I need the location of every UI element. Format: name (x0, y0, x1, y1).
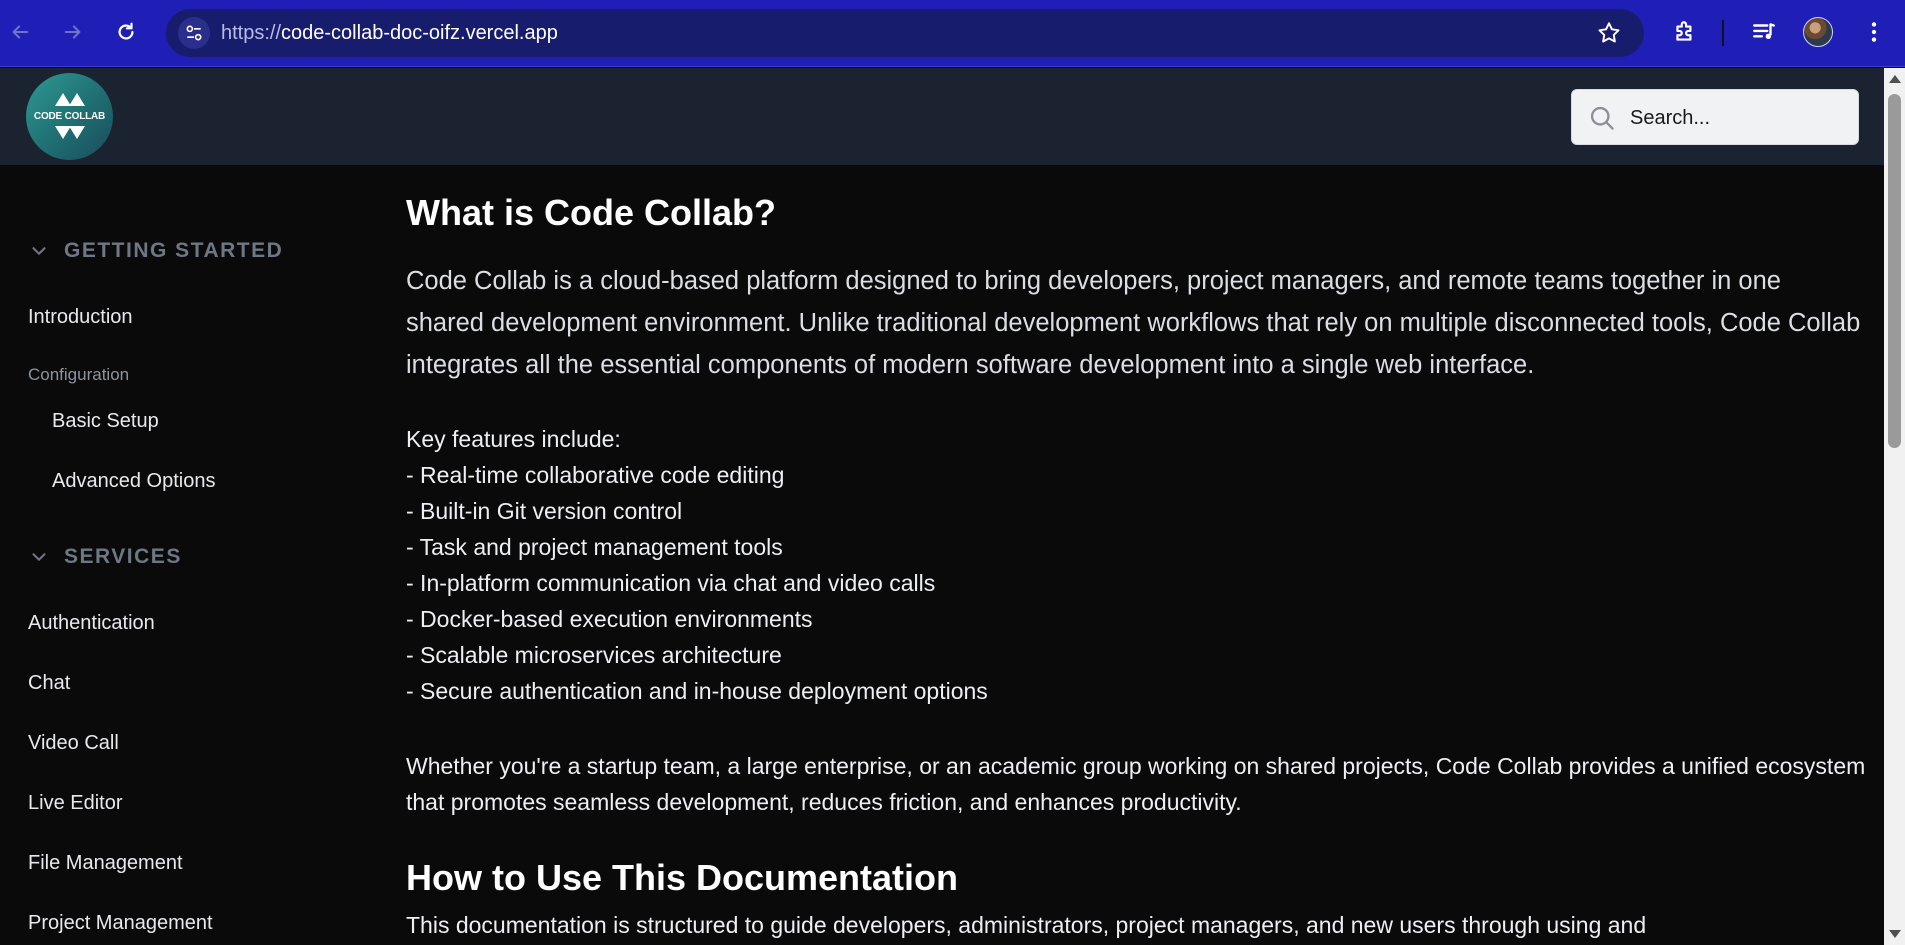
search-input[interactable] (1630, 100, 1845, 136)
code-collab-logo[interactable]: CODE COLLAB (26, 73, 113, 160)
scroll-down-arrow-icon[interactable] (1889, 930, 1901, 938)
bookmark-star-icon[interactable] (1596, 20, 1622, 46)
sidebar-item-chat[interactable]: Chat (28, 672, 70, 695)
sidebar-group-configuration: Configuration (28, 365, 130, 384)
sidebar-item-video-call[interactable]: Video Call (28, 732, 119, 755)
section-title: SERVICES (64, 545, 182, 568)
page-scrollbar[interactable] (1884, 68, 1905, 945)
sidebar-item-advanced-options[interactable]: Advanced Options (52, 470, 215, 493)
site-header: CODE COLLAB (0, 68, 1884, 165)
sidebar-item-file-management[interactable]: File Management (28, 852, 183, 875)
reload-icon (118, 22, 134, 40)
feature-item: - Secure authentication and in-house dep… (406, 678, 988, 704)
reload-button[interactable] (108, 14, 144, 50)
sidebar-item-live-editor[interactable]: Live Editor (28, 792, 123, 815)
docs-sidebar: GETTING STARTED Introduction Configurati… (0, 165, 380, 945)
section-heading-how-to-use: How to Use This Documentation (406, 857, 959, 898)
site-info-button[interactable] (178, 17, 210, 49)
feature-item: - Real-time collaborative code editing (406, 462, 785, 488)
forward-button[interactable] (55, 14, 91, 50)
sidebar-item-authentication[interactable]: Authentication (28, 612, 155, 635)
toolbar-divider (1722, 20, 1724, 46)
how-to-use-paragraph: This documentation is structured to guid… (406, 912, 1647, 938)
forward-arrow-icon (64, 25, 81, 39)
chevron-down-icon (32, 553, 46, 561)
sidebar-item-basic-setup[interactable]: Basic Setup (52, 410, 159, 433)
section-services[interactable]: SERVICES (28, 545, 182, 569)
back-arrow-icon (12, 25, 29, 39)
search-icon (1590, 106, 1614, 130)
profile-avatar[interactable] (1803, 17, 1833, 47)
search-box[interactable] (1571, 89, 1859, 145)
scroll-thumb[interactable] (1888, 94, 1901, 448)
scroll-up-arrow-icon[interactable] (1889, 75, 1901, 83)
browser-toolbar: https://code-collab-doc-oifz.vercel.app (0, 0, 1905, 67)
feature-item: - In-platform communication via chat and… (406, 570, 936, 596)
extensions-button[interactable] (1669, 16, 1701, 48)
puzzle-icon (1676, 21, 1692, 41)
sidebar-item-introduction[interactable]: Introduction (28, 306, 133, 329)
kebab-menu-icon (1871, 22, 1877, 42)
intro-paragraph: Code Collab is a cloud-based platform de… (406, 267, 1861, 379)
section-getting-started[interactable]: GETTING STARTED (28, 239, 283, 263)
media-control-button[interactable] (1748, 16, 1780, 48)
browser-menu-button[interactable] (1858, 16, 1890, 48)
feature-item: - Docker-based execution environments (406, 606, 813, 632)
url-text: https://code-collab-doc-oifz.vercel.app (221, 22, 558, 44)
playlist-music-icon (1753, 23, 1775, 40)
tune-icon (186, 25, 202, 41)
sidebar-item-project-management[interactable]: Project Management (28, 912, 213, 935)
section-title: GETTING STARTED (64, 239, 284, 262)
feature-item: - Task and project management tools (406, 534, 783, 560)
back-button[interactable] (2, 14, 38, 50)
features-heading: Key features include: (406, 426, 621, 452)
feature-item: - Built-in Git version control (406, 498, 683, 524)
closing-paragraph: Whether you're a startup team, a large e… (406, 753, 1866, 815)
page-title: What is Code Collab? (406, 192, 777, 233)
chevron-down-icon (32, 247, 46, 255)
feature-item: - Scalable microservices architecture (406, 642, 782, 668)
address-bar[interactable]: https://code-collab-doc-oifz.vercel.app (166, 9, 1644, 57)
